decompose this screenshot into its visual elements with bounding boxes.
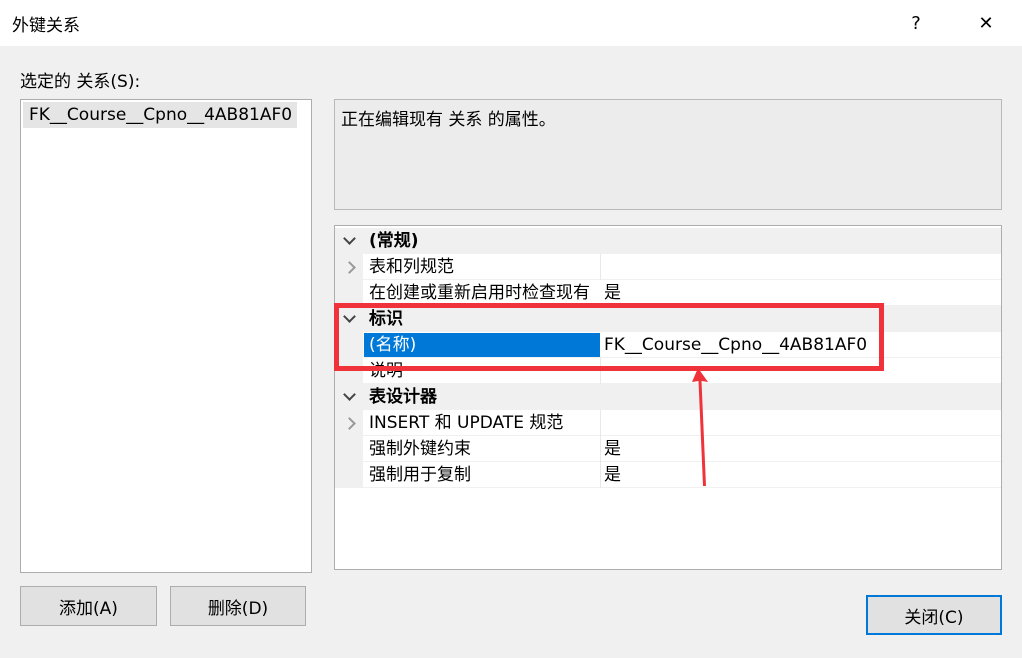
close-window-button[interactable]: ✕: [963, 0, 1009, 46]
description-text: 正在编辑现有 关系 的属性。: [341, 110, 556, 130]
chevron-down-icon: [342, 232, 356, 245]
description-box: 正在编辑现有 关系 的属性。: [334, 99, 1002, 210]
annotation-highlight-box: [334, 303, 884, 371]
property-grid[interactable]: (常规) 表和列规范 在创建或重新启用时检查现有 是 标识 (名称) FK__C…: [334, 225, 1002, 570]
window-title: 外键关系: [12, 16, 80, 36]
close-button[interactable]: 关闭(C): [866, 595, 1002, 635]
category-table-designer[interactable]: 表设计器: [335, 384, 1001, 410]
property-row-enforce-replication[interactable]: 强制用于复制 是: [335, 462, 1001, 488]
relationship-list[interactable]: FK__Course__Cpno__4AB81AF0: [20, 99, 312, 573]
property-name: 强制用于复制: [369, 465, 471, 485]
delete-button[interactable]: 删除(D): [170, 586, 306, 626]
close-icon: ✕: [978, 12, 994, 34]
category-label: 表设计器: [369, 387, 437, 407]
expand-toggle[interactable]: [335, 410, 363, 436]
property-name: INSERT 和 UPDATE 规范: [369, 413, 564, 433]
title-bar: 外键关系 ? ✕: [0, 0, 1022, 46]
expand-toggle[interactable]: [335, 228, 363, 254]
property-value[interactable]: 是: [604, 436, 621, 462]
selected-relationships-label: 选定的 关系(S):: [20, 72, 141, 92]
property-name: 表和列规范: [369, 257, 454, 277]
expand-toggle[interactable]: [335, 384, 363, 410]
add-button[interactable]: 添加(A): [20, 586, 157, 626]
property-row-enforce-fk[interactable]: 强制外键约束 是: [335, 436, 1001, 462]
row-gutter: [335, 462, 363, 488]
annotation-arrow-icon: [692, 368, 708, 486]
row-gutter: [335, 436, 363, 462]
column-divider: [600, 410, 601, 436]
category-label: (常规): [369, 231, 419, 251]
property-row-insert-update[interactable]: INSERT 和 UPDATE 规范: [335, 410, 1001, 436]
help-icon: ?: [911, 12, 921, 34]
column-divider: [600, 254, 601, 280]
chevron-right-icon: [342, 260, 356, 274]
column-divider: [600, 436, 601, 462]
list-item[interactable]: FK__Course__Cpno__4AB81AF0: [23, 102, 297, 128]
chevron-right-icon: [342, 416, 356, 430]
column-divider: [600, 462, 601, 488]
category-general[interactable]: (常规): [335, 228, 1001, 254]
help-button[interactable]: ?: [893, 0, 939, 46]
expand-toggle[interactable]: [335, 254, 363, 280]
chevron-down-icon: [342, 388, 356, 401]
property-name: 强制外键约束: [369, 439, 471, 459]
property-row-table-column-spec[interactable]: 表和列规范: [335, 254, 1001, 280]
property-value[interactable]: 是: [604, 462, 621, 488]
